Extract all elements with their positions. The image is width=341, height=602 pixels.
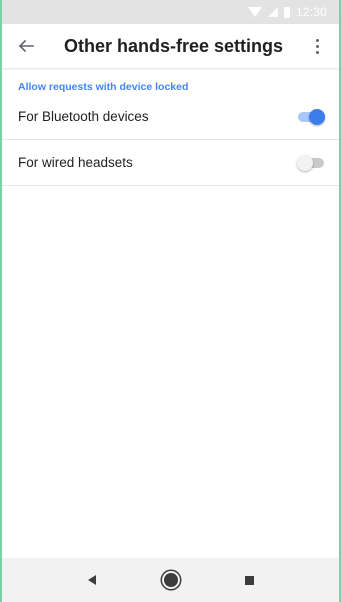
status-bar: 12:30	[2, 0, 339, 24]
phone-screen: 12:30 Other hands-free settings Allow re…	[0, 0, 341, 602]
nav-recents-icon	[245, 575, 254, 585]
nav-home-icon	[163, 573, 178, 587]
setting-row-wired[interactable]: For wired headsets	[2, 140, 339, 186]
signal-icon	[267, 7, 278, 17]
battery-icon	[283, 6, 290, 18]
setting-label-bluetooth: For Bluetooth devices	[18, 109, 149, 124]
toggle-thumb	[297, 154, 313, 171]
nav-back-icon	[87, 575, 96, 585]
settings-list: Allow requests with device locked For Bl…	[2, 68, 339, 186]
status-time: 12:30	[295, 5, 327, 19]
wired-headsets-toggle[interactable]	[297, 154, 325, 171]
app-bar: Other hands-free settings	[2, 24, 339, 68]
wifi-icon	[247, 7, 262, 17]
navigation-bar	[2, 558, 339, 602]
nav-home-button[interactable]	[155, 564, 187, 596]
section-header: Allow requests with device locked	[18, 81, 189, 93]
more-vert-icon	[315, 38, 319, 54]
setting-row-bluetooth[interactable]: For Bluetooth devices	[2, 94, 339, 140]
arrow-back-icon	[18, 39, 34, 53]
setting-label-wired: For wired headsets	[18, 155, 133, 170]
page-title: Other hands-free settings	[64, 35, 284, 56]
nav-back-button[interactable]	[76, 564, 108, 596]
more-options-button[interactable]	[299, 24, 335, 68]
nav-recents-button[interactable]	[234, 564, 266, 596]
back-button[interactable]	[4, 24, 48, 68]
bluetooth-toggle[interactable]	[297, 108, 325, 125]
toggle-thumb	[309, 108, 325, 125]
